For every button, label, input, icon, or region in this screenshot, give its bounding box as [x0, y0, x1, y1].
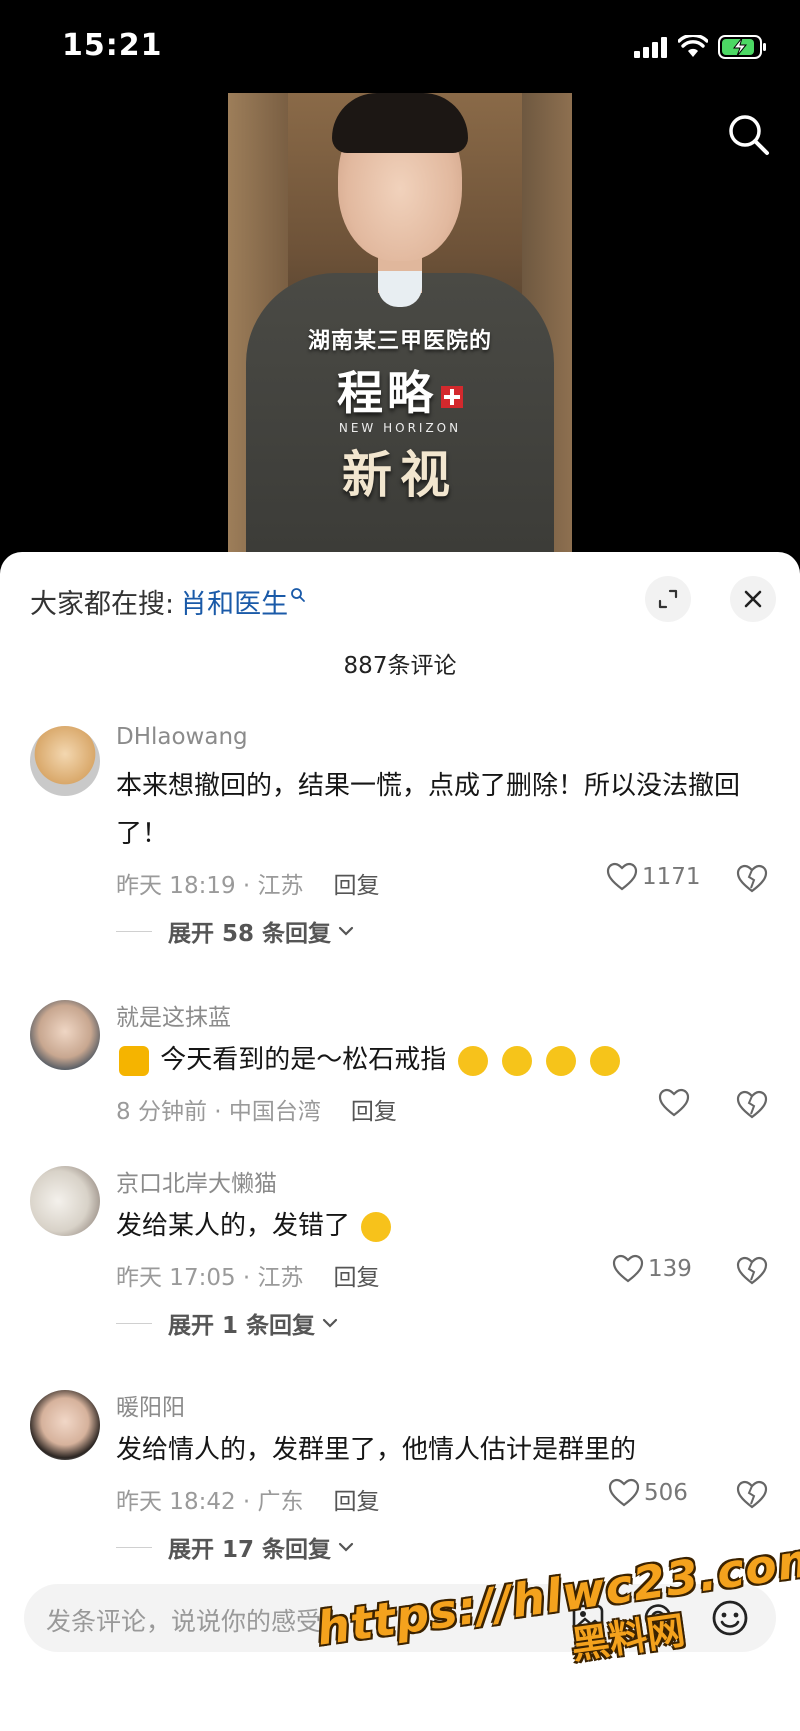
- like-button[interactable]: 1171: [606, 862, 701, 892]
- comment-meta: 昨天 18:19 · 江苏 回复: [116, 866, 380, 900]
- comment-text: 发给情人的，发群里了，他情人估计是群里的: [116, 1435, 637, 1465]
- dislike-icon[interactable]: [736, 1090, 768, 1120]
- heart-icon: [658, 1088, 690, 1117]
- comment-username[interactable]: DHlaowang: [116, 724, 248, 750]
- hot-search-label: 大家都在搜:: [30, 589, 175, 620]
- expand-replies-label: 展开 58 条回复: [168, 921, 332, 947]
- video-subtitle: 湖南某三甲医院的: [307, 329, 492, 354]
- reply-button[interactable]: 回复: [351, 1092, 397, 1126]
- status-bar: 15:21: [0, 0, 800, 96]
- close-button[interactable]: [730, 576, 776, 622]
- expand-replies[interactable]: 展开 58 条回复: [116, 914, 355, 948]
- cellular-signal-icon: [634, 37, 667, 58]
- video-logo: 程略: [228, 365, 572, 421]
- clap-emoji-icon: [546, 1045, 577, 1076]
- clap-emoji-icon: [501, 1045, 532, 1076]
- status-icons: [634, 34, 768, 60]
- hot-search[interactable]: 大家都在搜: 肖和医生: [30, 582, 306, 621]
- expand-replies[interactable]: 展开 1 条回复: [116, 1306, 339, 1340]
- comment-text-row: 今天看到的是～松石戒指: [116, 1036, 770, 1084]
- wifi-icon: [678, 35, 708, 57]
- like-button[interactable]: 139: [612, 1254, 692, 1284]
- search-icon[interactable]: [726, 112, 770, 156]
- comment-count: 887条评论: [343, 653, 457, 679]
- red-cross-icon: [441, 385, 463, 408]
- comment-text: 发给某人的，发错了: [116, 1211, 351, 1241]
- dislike-icon[interactable]: [736, 1256, 768, 1286]
- laughing-emoji-icon: [457, 1045, 488, 1076]
- battery-charging-icon: [718, 35, 766, 59]
- comment-time: 昨天 17:05 · 江苏: [116, 1265, 304, 1291]
- heart-icon: [612, 1254, 644, 1283]
- clap-emoji-icon: [590, 1045, 621, 1076]
- comment-meta: 8 分钟前 · 中国台湾 回复: [116, 1092, 397, 1126]
- comment-text: 本来想撤回的，结果一慌，点成了删除！所以没法撤回了！: [116, 771, 741, 849]
- crying-laughing-emoji-icon: [361, 1211, 392, 1242]
- video-presenter-shirt: [378, 271, 422, 307]
- reply-button[interactable]: 回复: [334, 1482, 380, 1516]
- like-count: 1171: [642, 864, 701, 890]
- comment-username[interactable]: 就是这抹蓝: [116, 998, 231, 1032]
- thumbs-up-emoji-icon: [119, 1045, 149, 1076]
- dislike-icon[interactable]: [736, 1480, 768, 1510]
- like-count: 139: [648, 1256, 692, 1282]
- hot-search-term[interactable]: 肖和医生: [180, 582, 288, 621]
- reply-button[interactable]: 回复: [334, 1258, 380, 1292]
- comment-time: 昨天 18:19 · 江苏: [116, 873, 304, 899]
- chevron-down-icon: [322, 1318, 338, 1328]
- comment-meta: 昨天 17:05 · 江苏 回复: [116, 1258, 380, 1292]
- expand-replies[interactable]: 展开 17 条回复: [116, 1530, 355, 1564]
- divider: [116, 930, 152, 932]
- avatar[interactable]: [30, 1390, 100, 1460]
- comment-time: 8 分钟前 · 中国台湾: [116, 1099, 321, 1125]
- video-title-overlay: 湖南某三甲医院的 程略 NEW HORIZON 新视: [228, 323, 572, 507]
- video-logo-line1: 程略: [337, 366, 437, 420]
- divider: [116, 1322, 152, 1324]
- close-icon: [744, 590, 762, 608]
- avatar[interactable]: [30, 726, 100, 796]
- comment-text-row: 发给某人的，发错了: [116, 1202, 770, 1250]
- divider: [116, 1546, 152, 1548]
- comment-text: 今天看到的是～松石戒指: [160, 1045, 447, 1075]
- heart-icon: [608, 1478, 640, 1507]
- video-logo-en: NEW HORIZON: [338, 421, 462, 435]
- comment-meta: 昨天 18:42 · 广东 回复: [116, 1482, 380, 1516]
- like-button[interactable]: 506: [608, 1478, 688, 1508]
- avatar[interactable]: [30, 1166, 100, 1236]
- status-time: 15:21: [62, 28, 163, 63]
- dislike-icon[interactable]: [736, 864, 768, 894]
- expand-button[interactable]: [645, 576, 691, 622]
- video-player[interactable]: 湖南某三甲医院的 程略 NEW HORIZON 新视: [228, 93, 572, 553]
- comment-username[interactable]: 暖阳阳: [116, 1388, 185, 1422]
- video-logo-line2: 新视: [342, 446, 458, 504]
- comment-time: 昨天 18:42 · 广东: [116, 1489, 304, 1515]
- like-count: 506: [644, 1480, 688, 1506]
- expand-replies-label: 展开 1 条回复: [168, 1313, 316, 1339]
- comment-username[interactable]: 京口北岸大懒猫: [116, 1164, 277, 1198]
- chevron-down-icon: [338, 926, 354, 936]
- chevron-down-icon: [338, 1542, 354, 1552]
- like-button[interactable]: [658, 1088, 694, 1118]
- reply-button[interactable]: 回复: [334, 866, 380, 900]
- comment-input-placeholder: 发条评论，说说你的感受: [46, 1607, 322, 1636]
- expand-replies-label: 展开 17 条回复: [168, 1537, 332, 1563]
- avatar[interactable]: [30, 1000, 100, 1070]
- heart-icon: [606, 862, 638, 891]
- expand-icon: [658, 589, 678, 609]
- video-presenter-hair: [332, 93, 468, 153]
- small-search-icon: [291, 587, 306, 602]
